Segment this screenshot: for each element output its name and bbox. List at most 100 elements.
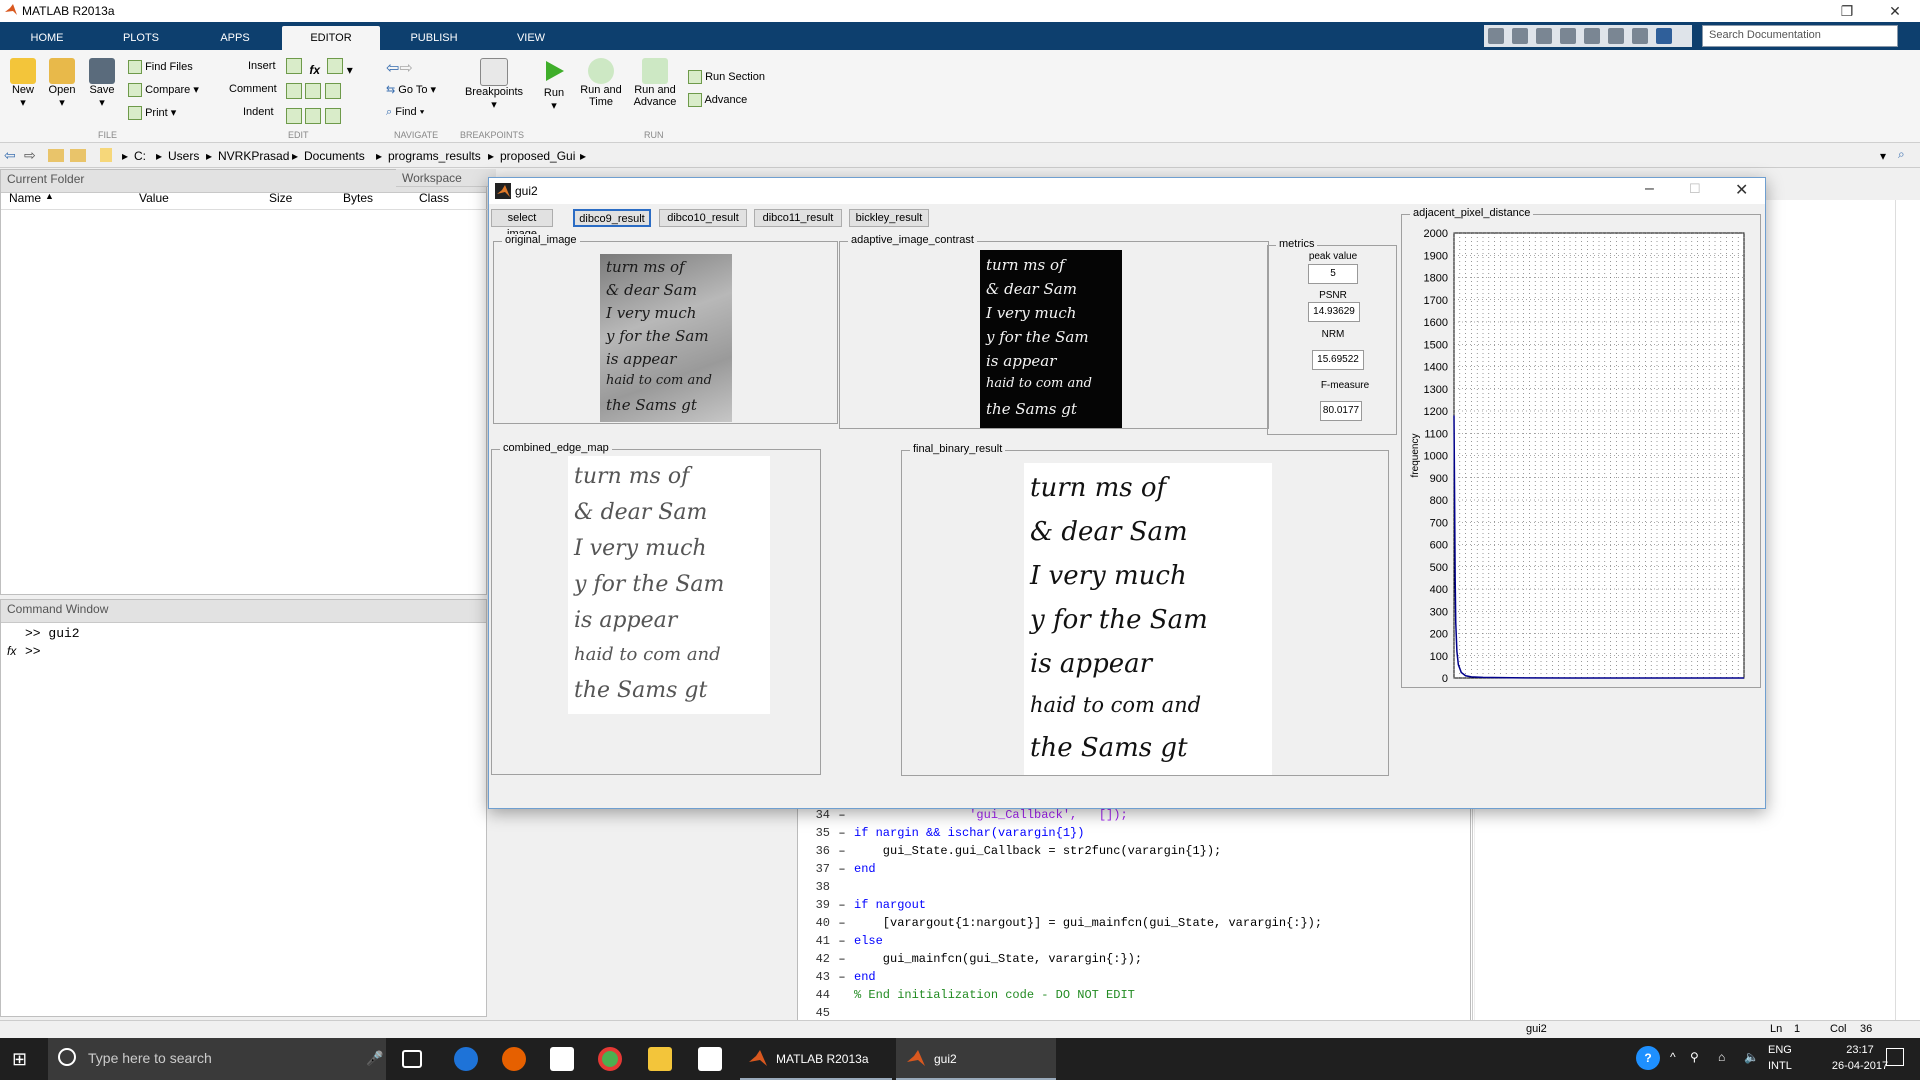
dropdown-icon[interactable]: ▾ bbox=[347, 63, 353, 77]
find-button[interactable]: ⌕ Find ▾ bbox=[386, 106, 424, 119]
store-icon[interactable] bbox=[550, 1047, 574, 1071]
go-to-button[interactable]: ⇆ Go To ▾ bbox=[386, 83, 436, 96]
forward-icon[interactable]: ⇨ bbox=[24, 147, 36, 164]
command-prompt[interactable]: >> bbox=[25, 644, 41, 659]
breakpoint-marker[interactable]: – bbox=[830, 934, 854, 948]
breadcrumb-proposed-gui[interactable]: proposed_Gui bbox=[500, 149, 575, 163]
run-button[interactable]: Run ▾ bbox=[536, 58, 572, 112]
back-forward-icon[interactable]: ⇦⇨ bbox=[386, 58, 413, 78]
print-button[interactable]: Print ▾ bbox=[128, 106, 176, 121]
select-image-button[interactable]: select image bbox=[491, 209, 553, 240]
run-and-advance-button[interactable]: Run and Advance bbox=[630, 58, 680, 108]
increase-indent-icon[interactable] bbox=[305, 108, 322, 124]
open-button[interactable]: Open ▾ bbox=[44, 58, 80, 109]
fx-icon[interactable]: fx bbox=[7, 644, 16, 658]
wrap-comment-icon[interactable] bbox=[324, 83, 341, 99]
nrm-field[interactable]: 15.69522 bbox=[1312, 350, 1364, 370]
run-and-time-button[interactable]: Run and Time bbox=[576, 58, 626, 108]
find-files-button[interactable]: Find Files bbox=[128, 60, 193, 74]
insert-section-icon[interactable] bbox=[286, 58, 302, 74]
tab-editor[interactable]: EDITOR bbox=[282, 26, 380, 50]
taskbar-app-matlab[interactable]: MATLAB R2013a bbox=[740, 1038, 892, 1080]
dibco11-result-button[interactable]: dibco11_result bbox=[754, 209, 842, 227]
breakpoint-marker[interactable]: – bbox=[830, 844, 854, 858]
clock-time[interactable]: 23:17 bbox=[1830, 1044, 1890, 1056]
breakpoint-marker[interactable]: – bbox=[830, 898, 854, 912]
minimize-icon[interactable]: – bbox=[1645, 180, 1654, 198]
decrease-indent-icon[interactable] bbox=[324, 108, 341, 124]
breadcrumb-programs-results[interactable]: programs_results bbox=[388, 149, 481, 163]
breakpoints-button[interactable]: Breakpoints ▾ bbox=[462, 58, 526, 111]
taskbar-app-gui2[interactable]: gui2 bbox=[896, 1038, 1056, 1080]
tab-view[interactable]: VIEW bbox=[496, 26, 566, 50]
help-icon[interactable]: ? bbox=[1636, 1046, 1660, 1070]
close-icon[interactable]: ✕ bbox=[1735, 180, 1748, 200]
comment-icon[interactable] bbox=[286, 83, 302, 99]
action-center-icon[interactable] bbox=[1886, 1048, 1904, 1066]
tab-publish[interactable]: PUBLISH bbox=[396, 26, 472, 50]
column-value[interactable]: Value bbox=[139, 191, 169, 205]
cut-icon[interactable] bbox=[1512, 28, 1528, 44]
f-measure-field[interactable]: 80.0177 bbox=[1320, 401, 1362, 421]
uncomment-icon[interactable] bbox=[305, 83, 322, 99]
taskbar-search[interactable]: Type here to search 🎤 bbox=[48, 1038, 386, 1080]
breadcrumb-documents[interactable]: Documents bbox=[304, 149, 365, 163]
copy-icon[interactable] bbox=[1536, 28, 1552, 44]
help-icon[interactable] bbox=[1656, 28, 1672, 44]
column-bytes[interactable]: Bytes bbox=[343, 191, 373, 205]
redo-icon[interactable] bbox=[1608, 28, 1624, 44]
restore-window-icon[interactable]: ❐ bbox=[1824, 0, 1870, 22]
close-window-icon[interactable]: ✕ bbox=[1872, 0, 1918, 22]
editor-code-area[interactable]: 34– 'gui_Callback', []); 35– if nargin && … bbox=[797, 800, 1472, 1020]
search-icon[interactable]: ⌕ bbox=[1898, 147, 1905, 162]
breakpoint-marker[interactable]: – bbox=[830, 826, 854, 840]
compare-button[interactable]: Compare ▾ bbox=[128, 83, 199, 98]
breakpoint-marker[interactable]: – bbox=[830, 862, 854, 876]
windows-start-icon[interactable]: ⊞ bbox=[12, 1050, 30, 1068]
peak-value-field[interactable]: 5 bbox=[1308, 264, 1358, 284]
breadcrumb-c[interactable]: C: bbox=[134, 149, 146, 163]
keyboard-layout[interactable]: INTL bbox=[1768, 1060, 1792, 1072]
breakpoint-marker[interactable]: – bbox=[830, 916, 854, 930]
new-button[interactable]: New ▾ bbox=[6, 58, 40, 109]
browse-folder-icon[interactable] bbox=[70, 149, 86, 162]
language-code[interactable]: ENG bbox=[1768, 1044, 1792, 1056]
save-button[interactable]: Save ▾ bbox=[84, 58, 120, 109]
tab-plots[interactable]: PLOTS bbox=[106, 26, 176, 50]
task-view-icon[interactable] bbox=[402, 1050, 422, 1068]
firefox-icon[interactable] bbox=[502, 1047, 526, 1071]
psnr-field[interactable]: 14.93629 bbox=[1308, 302, 1360, 322]
breakpoint-marker[interactable]: – bbox=[830, 808, 854, 822]
breadcrumb-users[interactable]: Users bbox=[168, 149, 199, 163]
breakpoint-marker[interactable]: – bbox=[830, 970, 854, 984]
column-name[interactable]: Name bbox=[9, 191, 41, 205]
dibco9-result-button[interactable]: dibco9_result bbox=[573, 209, 651, 227]
paste-icon[interactable] bbox=[1560, 28, 1576, 44]
fx-icon[interactable]: fx bbox=[309, 63, 320, 77]
command-window[interactable]: Command Window >> gui2 fx >> bbox=[0, 599, 487, 1017]
tab-home[interactable]: HOME bbox=[12, 26, 82, 50]
volume-icon[interactable]: 🔈 bbox=[1744, 1050, 1759, 1064]
network-icon[interactable]: ⌂ bbox=[1718, 1050, 1725, 1064]
advance-button[interactable]: Advance bbox=[688, 93, 747, 107]
file-explorer-icon[interactable] bbox=[648, 1047, 672, 1071]
run-section-button[interactable]: Run Section bbox=[688, 70, 765, 84]
dibco10-result-button[interactable]: dibco10_result bbox=[659, 209, 747, 227]
address-dropdown-icon[interactable]: ▾ bbox=[1880, 149, 1886, 163]
show-hidden-icons-icon[interactable]: ^ bbox=[1670, 1050, 1676, 1064]
undo-icon[interactable] bbox=[1584, 28, 1600, 44]
save-icon[interactable] bbox=[1488, 28, 1504, 44]
search-icon[interactable]: ⌕ bbox=[1880, 27, 1887, 43]
search-documentation-input[interactable]: Search Documentation bbox=[1702, 25, 1898, 47]
breakpoint-marker[interactable]: – bbox=[830, 952, 854, 966]
tab-apps[interactable]: APPS bbox=[200, 26, 270, 50]
clock-date[interactable]: 26-04-2017 bbox=[1830, 1060, 1890, 1072]
smart-indent-icon[interactable] bbox=[286, 108, 302, 124]
maximize-icon[interactable]: ☐ bbox=[1689, 181, 1701, 197]
chrome-icon[interactable] bbox=[598, 1047, 622, 1071]
column-class[interactable]: Class bbox=[419, 191, 449, 205]
microphone-icon[interactable]: 🎤 bbox=[366, 1050, 383, 1067]
up-folder-icon[interactable] bbox=[48, 149, 64, 162]
bickley-result-button[interactable]: bickley_result bbox=[849, 209, 929, 227]
insert-function-icon[interactable] bbox=[327, 58, 344, 74]
